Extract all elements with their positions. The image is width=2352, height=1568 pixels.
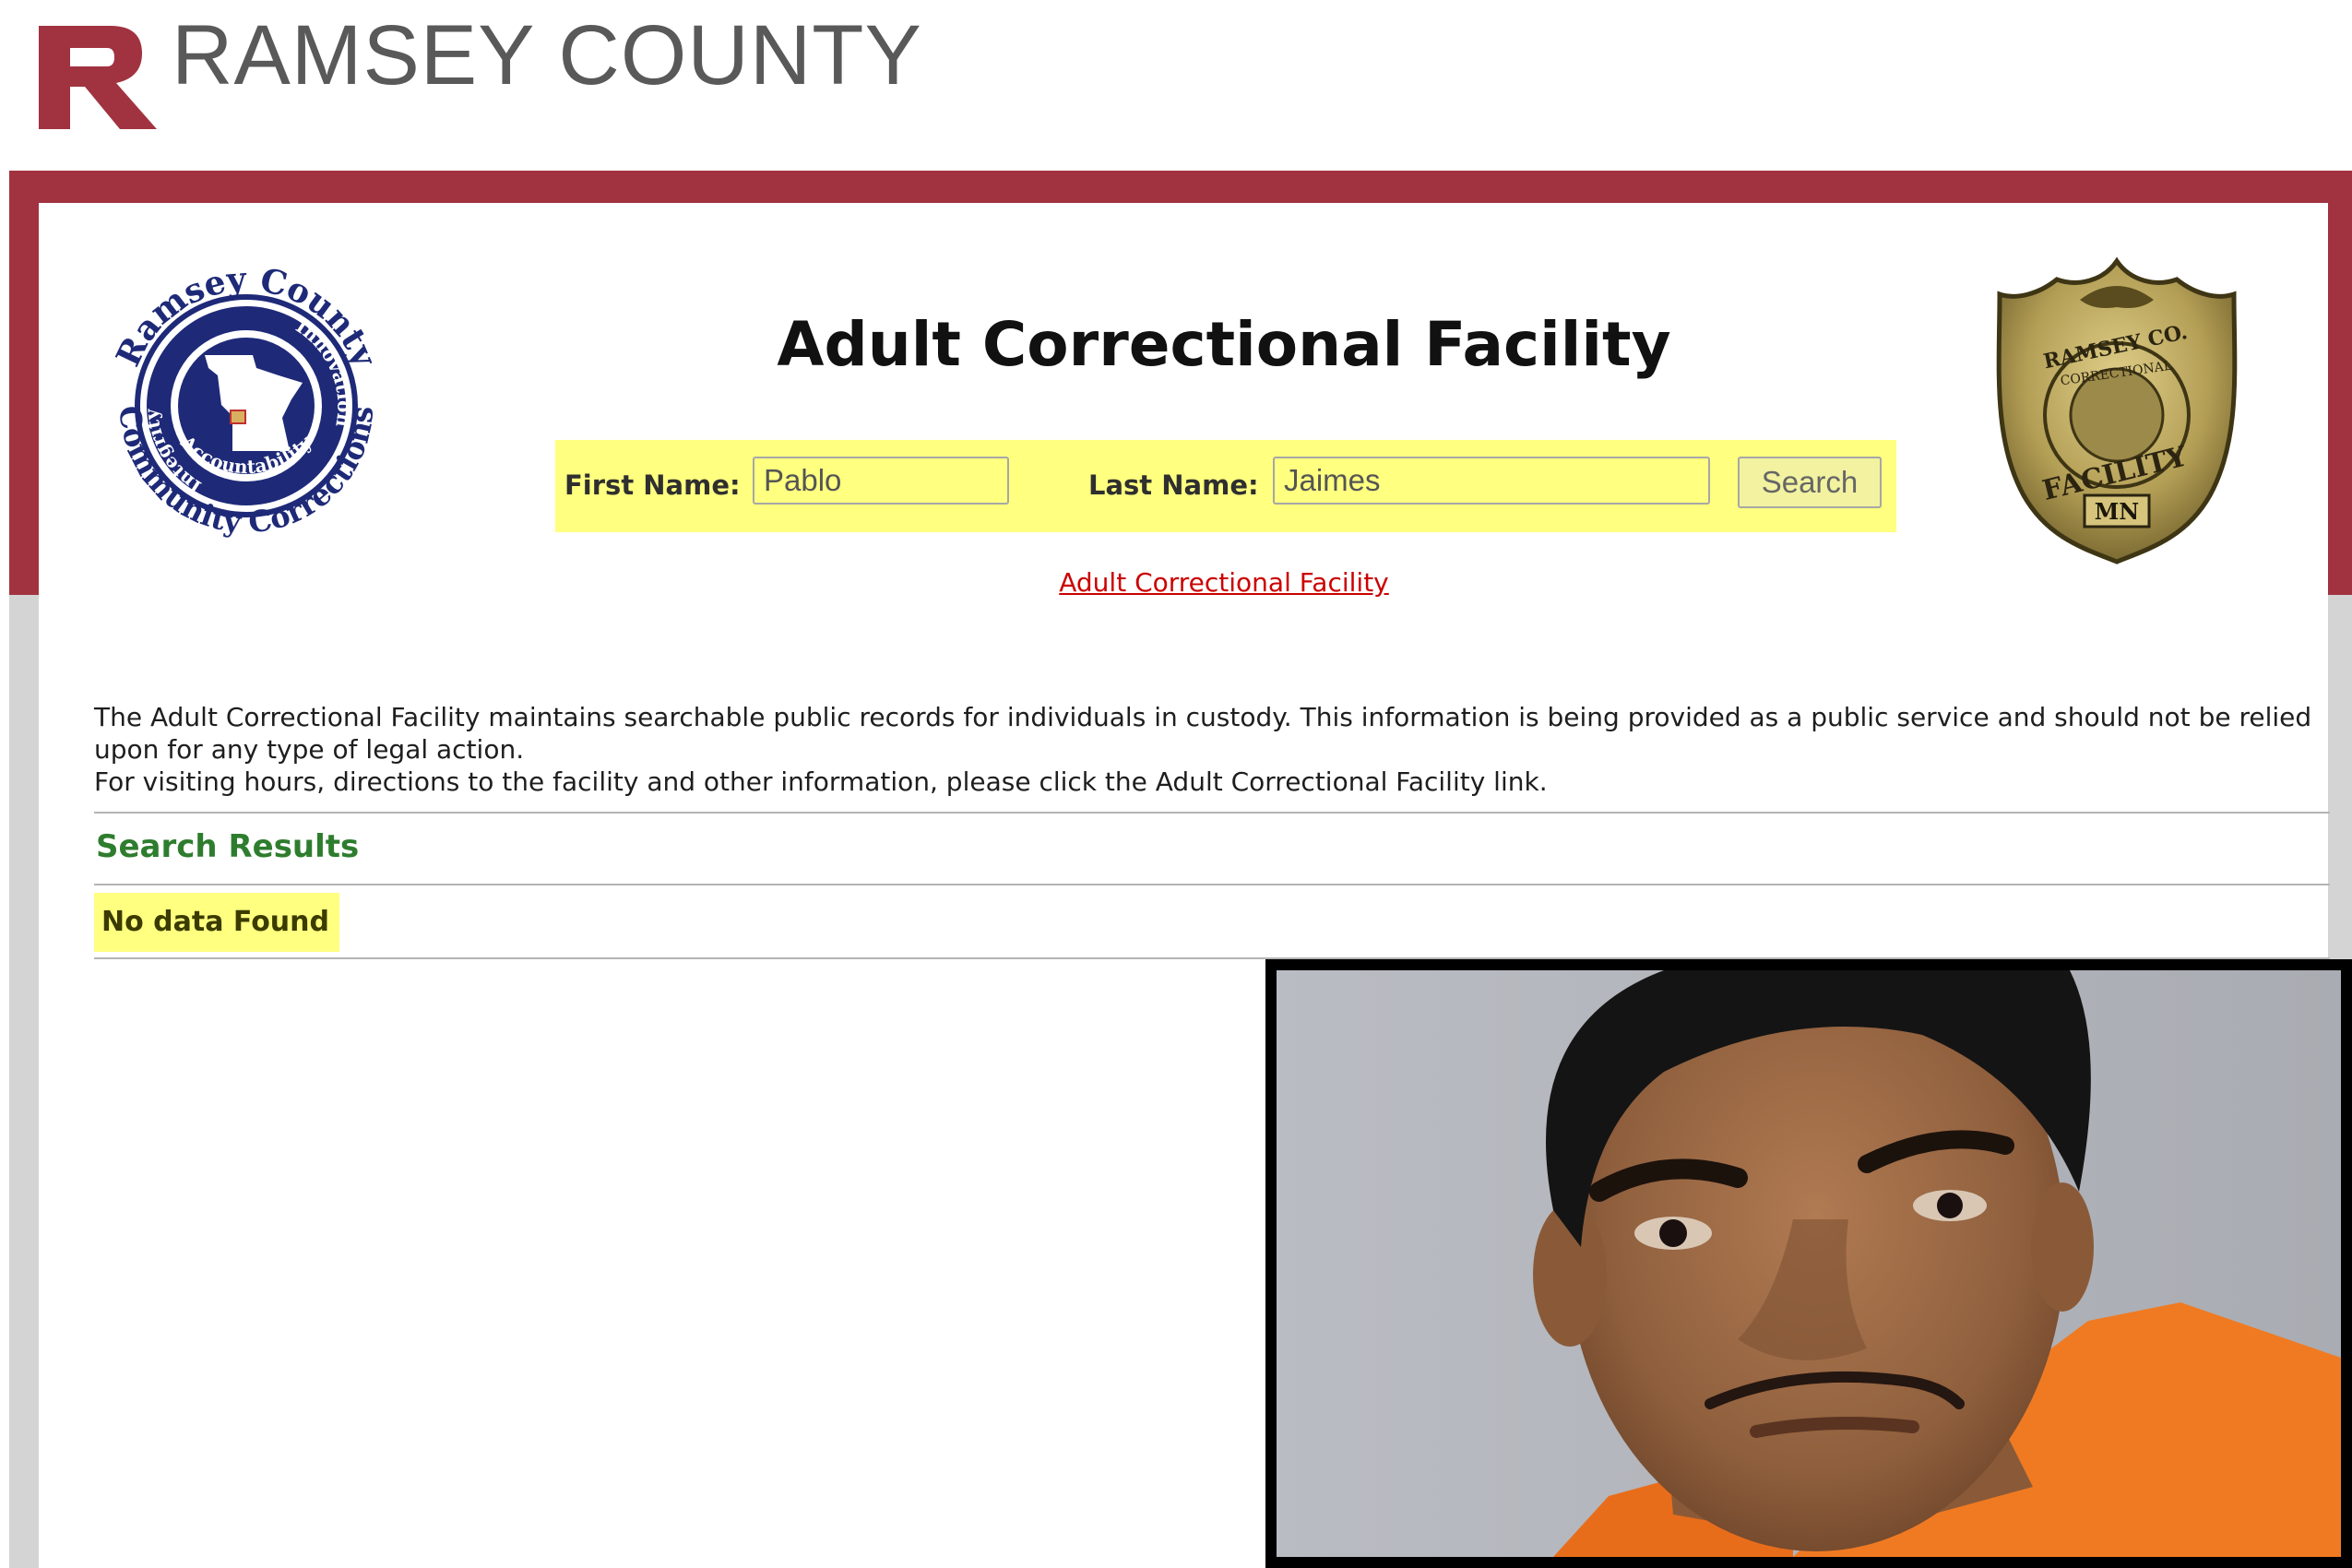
adult-correctional-facility-link[interactable]: Adult Correctional Facility <box>1059 567 1389 598</box>
page-title: Adult Correctional Facility <box>777 309 1671 380</box>
first-name-label: First Name: <box>564 469 741 501</box>
search-form: First Name: Last Name: Search <box>555 440 1896 532</box>
first-name-input[interactable] <box>753 457 1009 505</box>
last-name-label: Last Name: <box>1088 469 1259 501</box>
no-data-message: No data Found <box>94 893 339 952</box>
site-header: RAMSEY COUNTY <box>0 0 2352 171</box>
mugshot-photo <box>1265 959 2352 1568</box>
page-gutter-left <box>9 595 39 1568</box>
frame-left-bar <box>9 171 39 595</box>
divider <box>94 812 2330 814</box>
page-gutter-right <box>2328 595 2352 964</box>
info-text: The Adult Correctional Facility maintain… <box>94 701 2326 798</box>
brand-name: RAMSEY COUNTY <box>172 8 922 102</box>
info-paragraph-1: The Adult Correctional Facility maintain… <box>94 702 2312 765</box>
frame-right-bar <box>2328 171 2352 595</box>
info-paragraph-2: For visiting hours, directions to the fa… <box>94 766 1548 797</box>
search-button[interactable]: Search <box>1738 457 1882 508</box>
correctional-facility-badge: RAMSEY CO. CORRECTIONAL FACILITY MN <box>1996 256 2238 564</box>
frame-top-bar <box>9 171 2352 203</box>
last-name-input[interactable] <box>1273 457 1710 505</box>
facility-link-row: Adult Correctional Facility <box>39 567 2352 598</box>
badge-state: MN <box>2095 498 2140 525</box>
community-corrections-seal: Ramsey County Community Corrections Inte… <box>109 260 385 540</box>
ramsey-county-logo[interactable] <box>39 26 159 129</box>
mugshot-image <box>1277 970 2341 1557</box>
search-results-heading: Search Results <box>96 828 360 865</box>
divider <box>94 884 2330 885</box>
